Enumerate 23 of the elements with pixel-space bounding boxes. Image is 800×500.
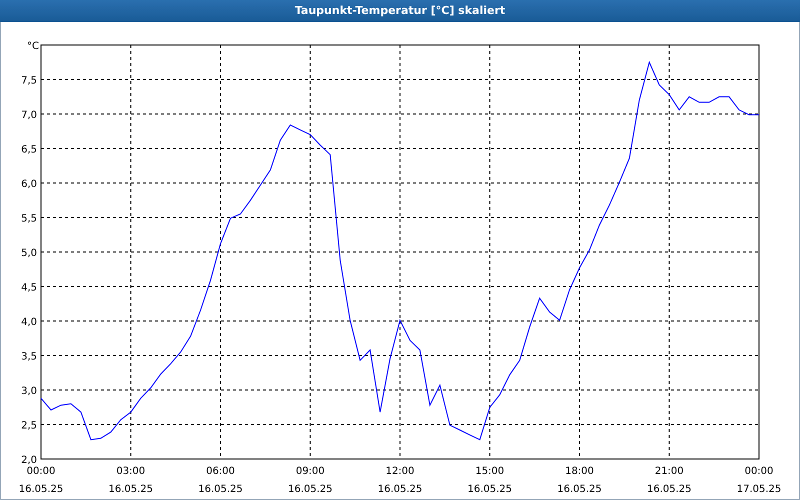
y-tick-label: 2,5: [21, 420, 37, 432]
y-tick-label: 7,0: [21, 110, 37, 121]
x-tick-label: 15:00 16.05.25: [467, 466, 512, 495]
y-tick-label: 7,5: [21, 76, 37, 86]
x-tick-label: 21:00 16.05.25: [646, 466, 692, 495]
x-tick-label: 03:00 16.05.25: [108, 466, 154, 495]
y-tick-label: 5,0: [21, 248, 37, 259]
x-tick-label: 12:00 16.05.25: [378, 466, 422, 495]
y-tick-label: 6,5: [21, 144, 37, 156]
y-tick-label: 5,5: [21, 214, 37, 224]
y-tick-label: 4,0: [21, 317, 37, 328]
y-axis-unit: °C: [27, 41, 39, 52]
x-tick-label: 00:00 16.05.25: [18, 466, 64, 495]
x-tick-label: 06:00 16.05.25: [198, 466, 243, 495]
y-tick-label: 3,5: [21, 352, 37, 362]
y-tick-label: 2,0: [21, 455, 37, 466]
y-tick-label: 6,0: [21, 179, 37, 190]
window-title: Taupunkt-Temperatur [°C] skaliert: [294, 2, 506, 19]
y-tick-label: 3,0: [21, 386, 37, 397]
y-tick-label: 4,5: [21, 282, 37, 294]
x-tick-label: 09:00 16.05.25: [288, 466, 333, 495]
x-tick-label: 00:00 17.05.25: [736, 466, 782, 495]
x-tick-label: 18:00 16.05.25: [557, 466, 602, 495]
